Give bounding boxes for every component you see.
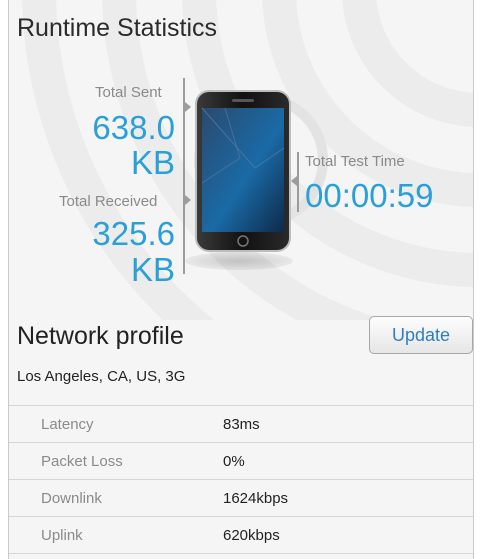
- network-location: Los Angeles, CA, US, 3G: [17, 368, 186, 385]
- network-profile-table: Latency 83ms Packet Loss 0% Downlink 162…: [9, 405, 473, 554]
- row-value: 83ms: [223, 416, 260, 433]
- total-test-time-value: 00:00:59: [305, 177, 434, 214]
- smartphone-icon: [195, 90, 291, 252]
- update-button[interactable]: Update: [369, 316, 473, 354]
- row-value: 0%: [223, 453, 245, 470]
- page-title: Runtime Statistics: [17, 14, 218, 42]
- right-indicator-line: [297, 152, 299, 212]
- total-received-value: 325.6: [92, 215, 175, 252]
- table-row-uplink: Uplink 620kbps: [9, 517, 473, 554]
- total-sent-label: Total Sent: [95, 84, 162, 101]
- row-label: Latency: [41, 416, 94, 433]
- time-pointer: [291, 176, 297, 186]
- row-value: 1624kbps: [223, 490, 289, 507]
- total-received-label: Total Received: [59, 193, 158, 210]
- total-received-unit: KB: [130, 251, 175, 288]
- row-label: Downlink: [41, 490, 102, 507]
- table-row-packet-loss: Packet Loss 0%: [9, 443, 473, 480]
- row-label: Packet Loss: [41, 453, 123, 470]
- runtime-statistics-panel: Runtime Statistics Total Sent 638.0 KB T…: [8, 0, 474, 559]
- table-row-downlink: Downlink 1624kbps: [9, 480, 473, 517]
- total-sent-value: 638.0: [92, 109, 175, 146]
- total-sent-unit: KB: [130, 144, 175, 181]
- row-value: 620kbps: [223, 527, 280, 544]
- table-row-latency: Latency 83ms: [9, 406, 473, 443]
- total-test-time-label: Total Test Time: [305, 153, 405, 170]
- network-profile-title: Network profile: [17, 322, 184, 350]
- row-label: Uplink: [41, 527, 83, 544]
